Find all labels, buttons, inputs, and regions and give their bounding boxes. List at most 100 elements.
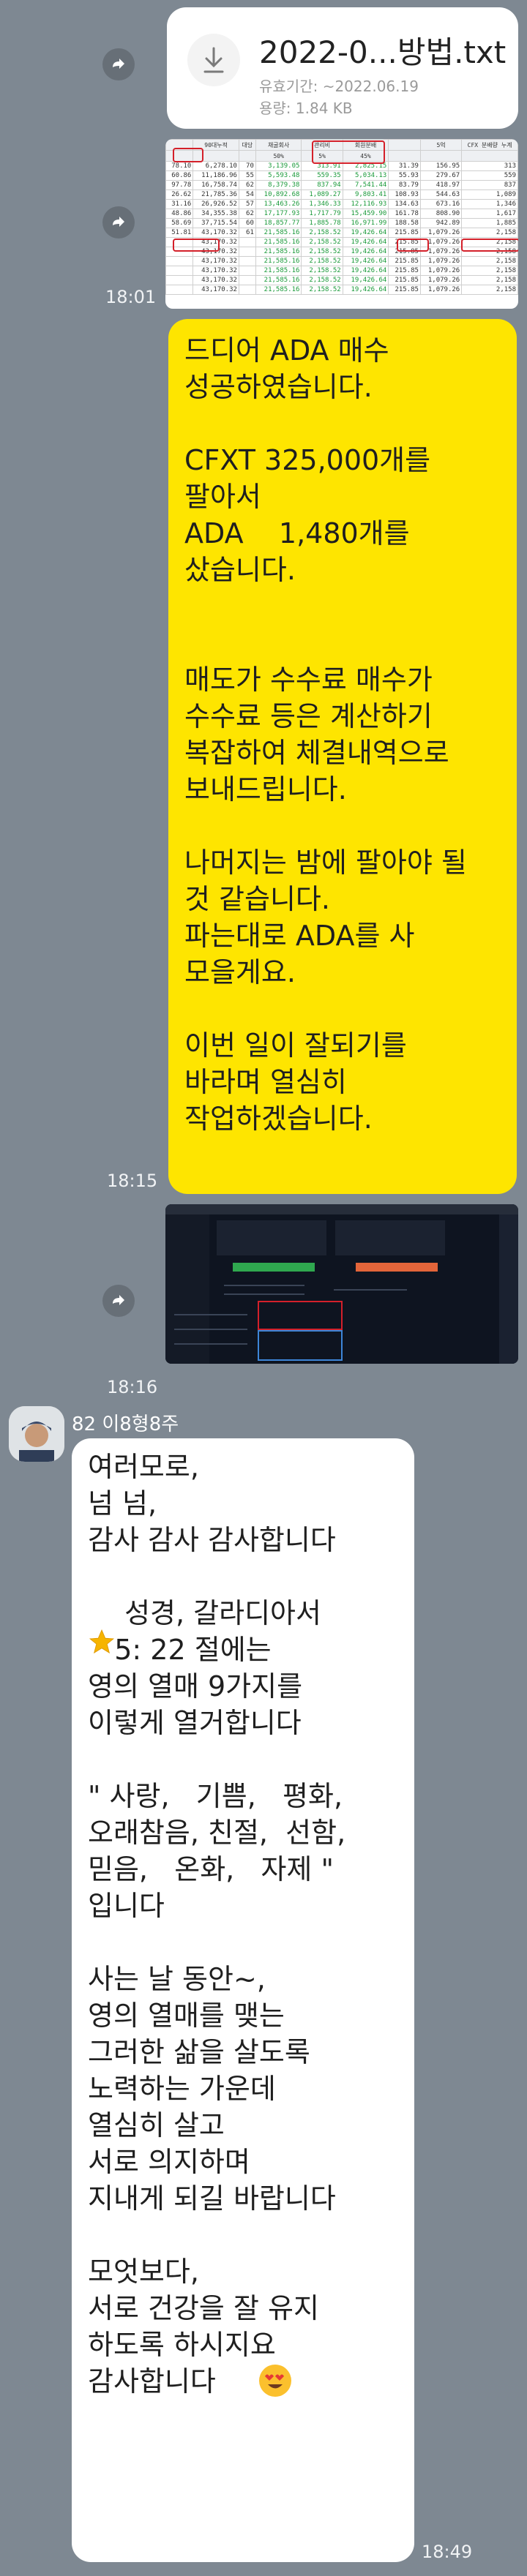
- table-cell: 108.93: [388, 189, 421, 200]
- market-list-panel: [165, 1214, 209, 1364]
- message-line: 넘 넘,: [88, 1487, 157, 1520]
- table-cell: 62: [238, 209, 256, 219]
- table-cell: 43,170.32: [193, 228, 239, 238]
- table-cell: 1,079.26: [419, 266, 463, 276]
- header-cell: 대당: [238, 139, 256, 151]
- table-cell: 26.62: [165, 189, 194, 200]
- highlight-box: [397, 239, 429, 252]
- table-cell: 544.63: [419, 189, 463, 200]
- table-row: 51.81 43,170.32 61 21,585.16 2,158.52 19,426.…: [165, 228, 518, 238]
- table-cell: 57: [238, 199, 256, 209]
- table-cell: [238, 256, 256, 266]
- table-cell: 31.16: [165, 199, 194, 209]
- table-cell: 215.85: [388, 266, 421, 276]
- file-expiry: 유효기간: ~2022.06.19: [259, 78, 419, 95]
- header-cell: [388, 139, 421, 151]
- table-cell: [238, 237, 256, 247]
- table-cell: 1,079.26: [419, 256, 463, 266]
- right-toolbar: [499, 1214, 518, 1364]
- table-cell: 48.86: [165, 209, 194, 219]
- table-cell: 559.35: [301, 170, 343, 181]
- table-cell: 83.79: [388, 180, 421, 190]
- order-row: [174, 1314, 247, 1315]
- table-cell: [238, 266, 256, 276]
- table-cell: 1,346.33: [301, 199, 343, 209]
- table-cell: 13,463.26: [255, 199, 302, 209]
- table-row: 43,170.32 21,585.16 2,158.52 19,426.64 215.8…: [165, 275, 518, 285]
- table-cell: 2,158.52: [301, 256, 343, 266]
- table-cell: 215.85: [388, 285, 421, 295]
- share-icon[interactable]: [102, 206, 135, 239]
- table-cell: 43,170.32: [193, 275, 239, 285]
- spreadsheet-image[interactable]: 90대누적 대당 채굴회사 관리비 회원분배 5억 CFX 분배량 누계 50% 5% 45% 78…: [165, 139, 518, 309]
- sell-button: [356, 1263, 438, 1272]
- received-message-bubble[interactable]: 여러모로, 넘 넘, 감사 감사 감사합니다 성경, 갈라디아서 5: 22 절…: [72, 1438, 414, 2562]
- message-line: 하도록 하시지요: [88, 2329, 276, 2361]
- highlight-box: [258, 1301, 343, 1330]
- table-cell: 78.10: [165, 161, 194, 171]
- pct-cell: [461, 150, 518, 162]
- highlight-box: [173, 148, 203, 162]
- table-cell: 215.85: [388, 256, 421, 266]
- header-cell: 5억: [419, 139, 463, 151]
- table-cell: 1,079.26: [419, 228, 463, 238]
- avatar[interactable]: [9, 1406, 64, 1462]
- message-time: 18:49: [422, 2542, 473, 2562]
- table-row: 43,170.32 21,585.16 2,158.52 19,426.64 215.8…: [165, 266, 518, 276]
- highlight-box: [461, 239, 518, 252]
- table-cell: 21,585.16: [255, 285, 302, 295]
- message-line: " 사랑, 기쁨, 평화,: [88, 1780, 343, 1812]
- table-cell: 2,158: [461, 285, 518, 295]
- table-cell: 2,158: [461, 275, 518, 285]
- file-size: 용량: 1.84 KB: [259, 99, 353, 117]
- order-row: [334, 1289, 407, 1291]
- table-row: 26.62 21,785.36 54 10,892.68 1,089.27 9,803.4…: [165, 189, 518, 200]
- highlight-box: [312, 140, 385, 164]
- table-cell: 43,170.32: [193, 256, 239, 266]
- table-cell: 17,177.93: [255, 209, 302, 219]
- sent-message-text: 드디어 ADA 매수 성공하였습니다. CFXT 325,000개를 팔아서 A…: [184, 334, 467, 1135]
- download-icon[interactable]: [187, 34, 240, 86]
- message-line: 오래참음, 친절, 선함,: [88, 1817, 346, 1849]
- table-cell: 10,892.68: [255, 189, 302, 200]
- message-line: 열심히 살고: [88, 2109, 225, 2141]
- share-icon[interactable]: [102, 48, 135, 80]
- sender-name[interactable]: 82 이8형8주: [72, 1409, 179, 1436]
- table-cell: 2,158: [461, 256, 518, 266]
- pct-cell: 50%: [255, 150, 302, 162]
- file-message-bubble[interactable]: 2022-0...방법.txt 유효기간: ~2022.06.19 용량: 1.…: [167, 7, 518, 129]
- table-cell: 21,585.16: [255, 228, 302, 238]
- table-cell: 1,717.79: [301, 209, 343, 219]
- table-cell: 5,593.48: [255, 170, 302, 181]
- table-cell: 2,158.52: [301, 285, 343, 295]
- table-cell: 19,426.64: [342, 256, 389, 266]
- message-line: 성경, 갈라디아서: [116, 1597, 321, 1629]
- table-cell: 19,426.64: [342, 237, 389, 247]
- message-line: 입니다: [88, 1890, 165, 1922]
- table-cell: 3,139.05: [255, 161, 302, 171]
- table-cell: 16,758.74: [193, 180, 239, 190]
- table-cell: 808.90: [419, 209, 463, 219]
- message-line: 지내게 되길 바랍니다: [88, 2182, 336, 2215]
- heart-eyes-emoji-icon: [259, 2365, 291, 2397]
- table-cell: 942.89: [419, 218, 463, 228]
- table-cell: 2,158: [461, 228, 518, 238]
- trading-screenshot-image[interactable]: [165, 1204, 518, 1364]
- table-cell: 31.39: [388, 161, 421, 171]
- table-cell: 2,158: [461, 266, 518, 276]
- message-line: 모엇보다,: [88, 2256, 199, 2288]
- table-row: 58.69 37,715.54 60 18,857.77 1,885.78 16,971.…: [165, 218, 518, 228]
- table-cell: 2,158.52: [301, 275, 343, 285]
- order-row: [174, 1343, 247, 1345]
- table-cell: 19,426.64: [342, 285, 389, 295]
- message-line: 서로 의지하며: [88, 2146, 250, 2178]
- highlight-box: [173, 239, 220, 252]
- table-row: 43,170.32 21,585.16 2,158.52 19,426.64 215.8…: [165, 256, 518, 266]
- order-row: [224, 1293, 304, 1295]
- table-cell: [165, 256, 194, 266]
- table-cell: 215.85: [388, 228, 421, 238]
- table-row: 43,170.32 21,585.16 2,158.52 19,426.64 215.8…: [165, 285, 518, 295]
- share-icon[interactable]: [102, 1285, 135, 1317]
- sent-message-bubble[interactable]: 드디어 ADA 매수 성공하였습니다. CFXT 325,000개를 팔아서 A…: [168, 319, 517, 1194]
- table-cell: 418.97: [419, 180, 463, 190]
